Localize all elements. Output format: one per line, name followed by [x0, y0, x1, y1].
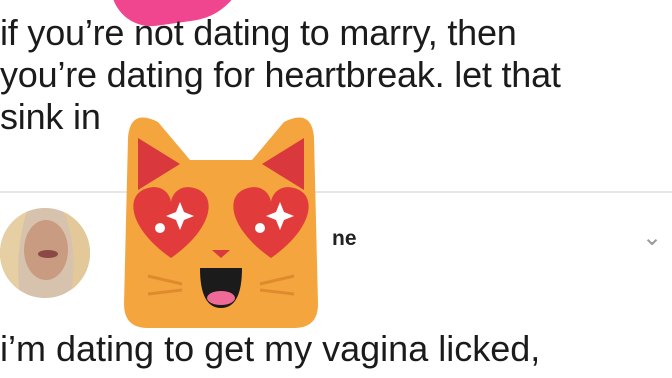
avatar[interactable]: [0, 208, 90, 298]
chevron-down-icon[interactable]: ⌄: [642, 226, 662, 250]
divider: [0, 191, 672, 193]
reply-text: i’m dating to get my vagina licked,: [0, 328, 541, 369]
reply-author-name[interactable]: ne: [332, 227, 357, 251]
heart-eyes-cat-sticker: [124, 117, 318, 328]
